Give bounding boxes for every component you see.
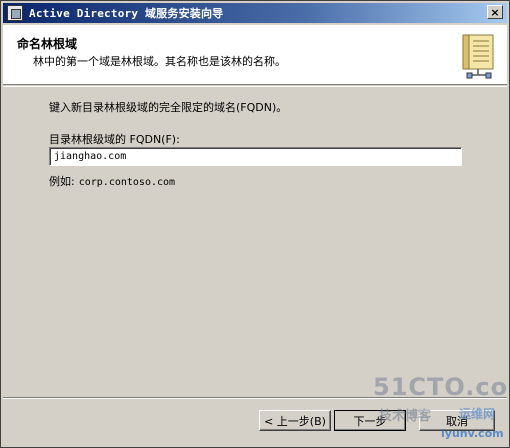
title-bar[interactable]: Active Directory 域服务安装向导 × [3, 3, 507, 23]
app-icon [7, 5, 23, 21]
back-button[interactable]: < 上一步(B) [259, 410, 331, 431]
book-icon [462, 34, 494, 79]
watermark-site: 51CTO.com [373, 373, 510, 401]
example-label: 例如: [49, 175, 75, 188]
page-title: 命名林根域 [17, 37, 78, 51]
wizard-header: 命名林根域 林中的第一个域是林根域。其名称也是该林的名称。 [3, 25, 507, 85]
wizard-window: Active Directory 域服务安装向导 × 命名林根域 林中的第一个域… [0, 0, 510, 448]
fqdn-label: 目录林根级域的 FQDN(F): [49, 133, 180, 146]
watermark-ops: 运维网 [459, 407, 496, 421]
window-title: Active Directory 域服务安装向导 [29, 7, 224, 20]
page-subtitle: 林中的第一个域是林根域。其名称也是该林的名称。 [33, 55, 286, 68]
example-value: corp.contoso.com [78, 177, 176, 188]
example-text: 例如: corp.contoso.com [49, 173, 175, 189]
header-divider [3, 86, 507, 87]
instruction-text: 键入新目录林根级域的完全限定的域名(FQDN)。 [49, 101, 288, 114]
watermark-url: iyunv.com [441, 427, 504, 440]
watermark-blog: 技术博客 [379, 409, 432, 424]
close-button[interactable]: × [487, 5, 503, 19]
fqdn-input[interactable] [49, 147, 462, 166]
